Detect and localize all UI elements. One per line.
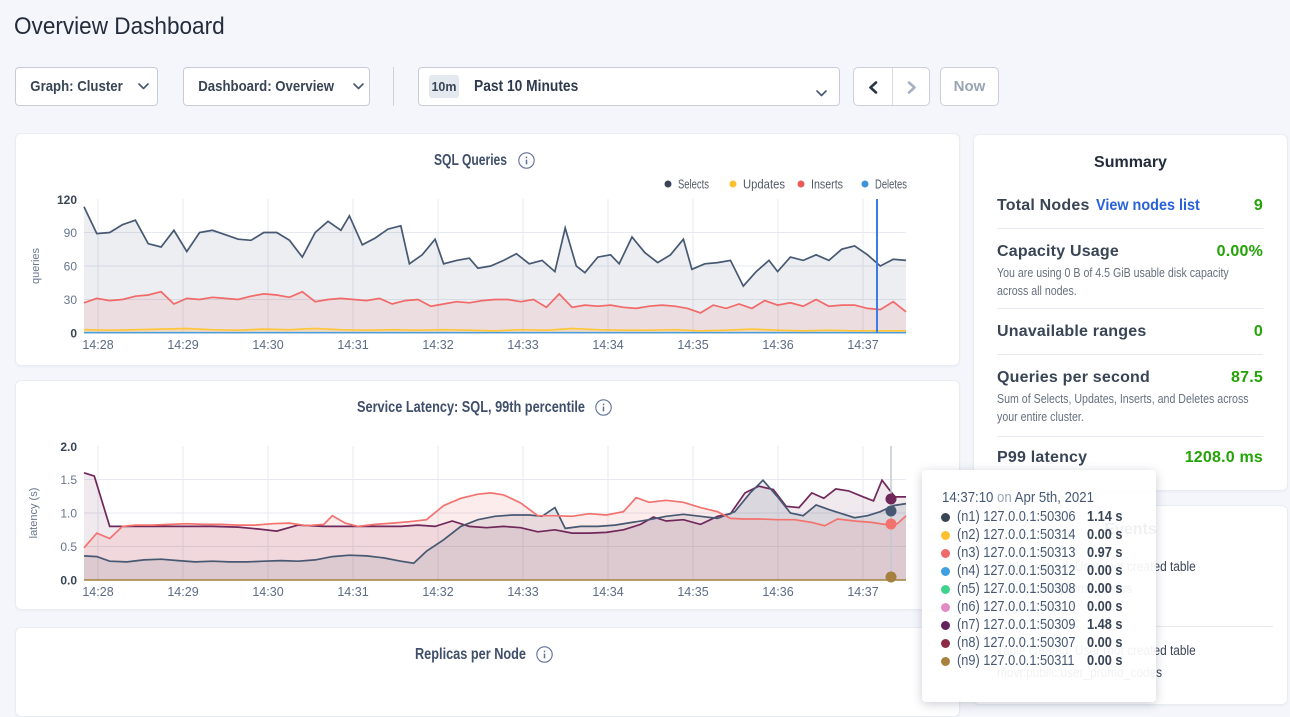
svg-text:14:31: 14:31 [337,338,368,352]
svg-text:14:33: 14:33 [507,585,538,599]
svg-text:14:37: 14:37 [847,338,878,352]
svg-text:1.0: 1.0 [60,507,77,521]
svg-text:Deletes: Deletes [875,178,907,192]
svg-text:14:28: 14:28 [82,338,113,352]
svg-text:Inserts: Inserts [811,178,843,192]
svg-text:14:29: 14:29 [167,338,198,352]
svg-text:14:32: 14:32 [422,585,453,599]
svg-text:14:34: 14:34 [592,585,623,599]
svg-text:2.0: 2.0 [60,440,77,454]
svg-text:Replicas per Node: Replicas per Node [415,646,526,663]
svg-text:14:32: 14:32 [422,338,453,352]
svg-text:Selects: Selects [678,178,709,192]
svg-text:14:34: 14:34 [592,338,623,352]
svg-text:14:30: 14:30 [252,338,283,352]
svg-text:14:35: 14:35 [677,338,708,352]
svg-text:14:37: 14:37 [847,585,878,599]
svg-text:14:36: 14:36 [762,338,793,352]
svg-text:0: 0 [70,327,77,341]
svg-text:14:29: 14:29 [167,585,198,599]
svg-text:0.0: 0.0 [60,574,77,588]
svg-text:queries: queries [30,247,42,284]
svg-text:14:28: 14:28 [82,585,113,599]
svg-text:14:36: 14:36 [762,585,793,599]
svg-text:120: 120 [57,193,77,207]
svg-text:14:33: 14:33 [507,338,538,352]
svg-text:0.5: 0.5 [60,540,77,554]
svg-text:latency (s): latency (s) [28,488,40,539]
svg-text:90: 90 [64,226,78,240]
svg-text:Updates: Updates [743,178,785,192]
svg-text:1.5: 1.5 [60,473,77,487]
svg-text:14:30: 14:30 [252,585,283,599]
svg-text:30: 30 [64,293,78,307]
svg-text:60: 60 [64,260,78,274]
svg-text:14:35: 14:35 [677,585,708,599]
svg-text:14:31: 14:31 [337,585,368,599]
